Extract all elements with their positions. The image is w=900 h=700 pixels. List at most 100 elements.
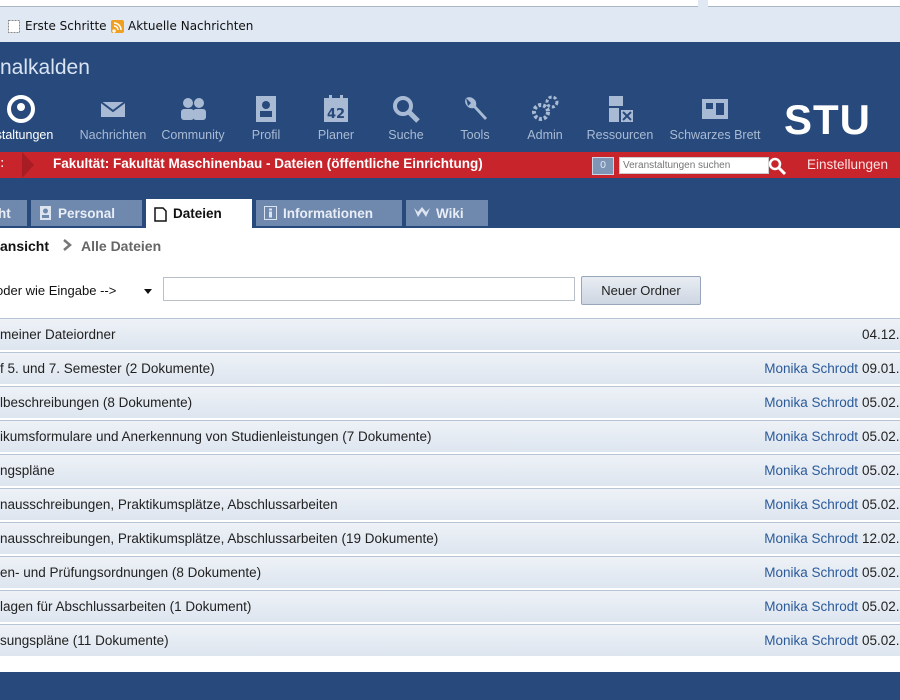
folder-select-value: oder wie Eingabe --> [0, 283, 117, 298]
file-row[interactable]: nausschreibungen, Praktikumsplätze, Absc… [0, 522, 900, 555]
context-bar: : Fakultät: Fakultät Maschinenbau - Date… [0, 152, 900, 178]
folder-name[interactable]: nausschreibungen, Praktikumsplätze, Absc… [0, 531, 438, 546]
file-row[interactable]: nausschreibungen, Praktikumsplätze, Absc… [0, 488, 900, 521]
nav-label: Community [161, 128, 225, 142]
nav-label: Admin [527, 128, 563, 142]
search-icon[interactable] [768, 157, 786, 175]
folder-author[interactable]: Monika Schrodt [764, 429, 858, 444]
browser-toolbar-strip [0, 0, 900, 12]
person-icon [39, 206, 52, 220]
info-icon [264, 206, 277, 220]
nav-label: Ressourcen [586, 128, 654, 142]
file-row[interactable]: ikumsformulare und Anerkennung von Studi… [0, 420, 900, 453]
page-footer [0, 672, 900, 700]
folder-name[interactable]: lbeschreibungen (8 Dokumente) [0, 395, 192, 410]
profile-icon [256, 96, 276, 122]
bookmark-label: Aktuelle Nachrichten [128, 19, 254, 33]
nav-label: Nachrichten [79, 128, 147, 142]
tab-overview[interactable]: ht [0, 200, 27, 226]
folder-author[interactable]: Monika Schrodt [764, 395, 858, 410]
folder-author[interactable]: Monika Schrodt [764, 565, 858, 580]
nav-board[interactable]: Schwarzes Brett [660, 94, 770, 142]
folder-author[interactable]: Monika Schrodt [764, 361, 858, 376]
site-title: nalkalden [0, 56, 90, 79]
folder-name-input[interactable] [163, 277, 575, 301]
mail-icon [100, 101, 126, 117]
bookmark-label: Erste Schritte [25, 19, 107, 33]
nav-resources[interactable]: Ressourcen [577, 94, 663, 142]
count-badge: 0 [592, 157, 614, 175]
chevron-down-icon [144, 289, 152, 294]
folder-date: 05.02. [862, 429, 900, 444]
nav-label: nstaltungen [0, 128, 54, 142]
nav-label: Profil [251, 128, 281, 142]
file-row[interactable]: lbeschreibungen (8 Dokumente) Monika Sch… [0, 386, 900, 419]
tab-label: ht [0, 205, 11, 221]
folder-date: 05.02. [862, 565, 900, 580]
tab-informationen[interactable]: Informationen [256, 200, 402, 226]
nav-messages[interactable]: Nachrichten [70, 94, 156, 142]
calendar-day: 42 [327, 107, 345, 122]
tab-personal[interactable]: Personal [31, 200, 142, 226]
bookmark-aktuelle-nachrichten[interactable]: Aktuelle Nachrichten [111, 19, 253, 33]
folder-name[interactable]: f 5. und 7. Semester (2 Dokumente) [0, 361, 215, 376]
folder-name[interactable]: sungspläne (11 Dokumente) [0, 633, 169, 648]
folder-date: 12.02. [862, 531, 900, 546]
rss-icon [111, 19, 124, 33]
folder-date: 05.02. [862, 633, 900, 648]
folder-date: 05.02. [862, 497, 900, 512]
folder-name[interactable]: ikumsformulare und Anerkennung von Studi… [0, 429, 432, 444]
browser-search-bar[interactable] [708, 0, 900, 7]
folder-name[interactable]: en- und Prüfungsordnungen (8 Dokumente) [0, 565, 261, 580]
file-row[interactable]: sungspläne (11 Dokumente) Monika Schrodt… [0, 624, 900, 657]
file-icon [154, 206, 167, 222]
wiki-icon [414, 206, 430, 220]
tab-wiki[interactable]: Wiki [406, 200, 488, 226]
file-row[interactable]: f 5. und 7. Semester (2 Dokumente) Monik… [0, 352, 900, 385]
nav-label: Planer [317, 128, 355, 142]
brand-logo: STU [784, 96, 871, 143]
folder-name[interactable]: lagen für Abschlussarbeiten (1 Dokument) [0, 599, 251, 614]
search-icon [393, 96, 420, 123]
course-search-input[interactable] [619, 157, 769, 174]
calendar-icon: 42 [324, 95, 348, 122]
gears-icon [532, 95, 559, 121]
breadcrumb-arrow-icon [22, 152, 34, 178]
nav-admin[interactable]: Admin [502, 94, 588, 142]
page-icon [8, 19, 20, 33]
folder-author[interactable]: Monika Schrodt [764, 463, 858, 478]
community-icon [181, 98, 206, 120]
tab-label: Personal [58, 205, 116, 221]
folder-date: 09.01. [862, 361, 900, 376]
nav-label: Tools [460, 128, 490, 142]
file-row[interactable]: ngspläne Monika Schrodt 05.02. [0, 454, 900, 487]
folder-name[interactable]: ngspläne [0, 463, 55, 478]
new-folder-button[interactable]: Neuer Ordner [581, 276, 701, 305]
bookmark-erste-schritte[interactable]: Erste Schritte [8, 19, 107, 33]
breadcrumb-current[interactable]: ansicht [0, 238, 49, 254]
chevron-right-icon [62, 238, 72, 255]
folder-name[interactable]: nausschreibungen, Praktikumsplätze, Absc… [0, 497, 338, 512]
file-row[interactable]: lagen für Abschlussarbeiten (1 Dokument)… [0, 590, 900, 623]
nav-label: Schwarzes Brett [669, 128, 761, 142]
file-row[interactable]: meiner Dateiordner 04.12. [0, 318, 900, 351]
file-row[interactable]: en- und Prüfungsordnungen (8 Dokumente) … [0, 556, 900, 589]
folder-name[interactable]: meiner Dateiordner [0, 327, 116, 342]
tab-label: Dateien [173, 206, 222, 221]
address-bar[interactable] [0, 0, 698, 7]
folder-date: 04.12. [862, 327, 900, 342]
board-icon [702, 99, 728, 119]
settings-link[interactable]: Einstellungen [807, 157, 888, 172]
nav-courses[interactable]: nstaltungen [0, 94, 64, 142]
resources-icon [609, 96, 633, 122]
breadcrumb-all-files[interactable]: Alle Dateien [81, 238, 161, 254]
folder-author[interactable]: Monika Schrodt [764, 531, 858, 546]
tab-dateien[interactable]: Dateien [146, 199, 252, 228]
folder-select[interactable]: oder wie Eingabe --> [0, 279, 158, 303]
folder-date: 05.02. [862, 599, 900, 614]
folder-author[interactable]: Monika Schrodt [764, 497, 858, 512]
context-title: Fakultät: Fakultät Maschinenbau - Dateie… [53, 156, 483, 171]
folder-author[interactable]: Monika Schrodt [764, 633, 858, 648]
folder-author[interactable]: Monika Schrodt [764, 599, 858, 614]
bookmarks-bar: Erste Schritte Aktuelle Nachrichten [0, 12, 900, 43]
